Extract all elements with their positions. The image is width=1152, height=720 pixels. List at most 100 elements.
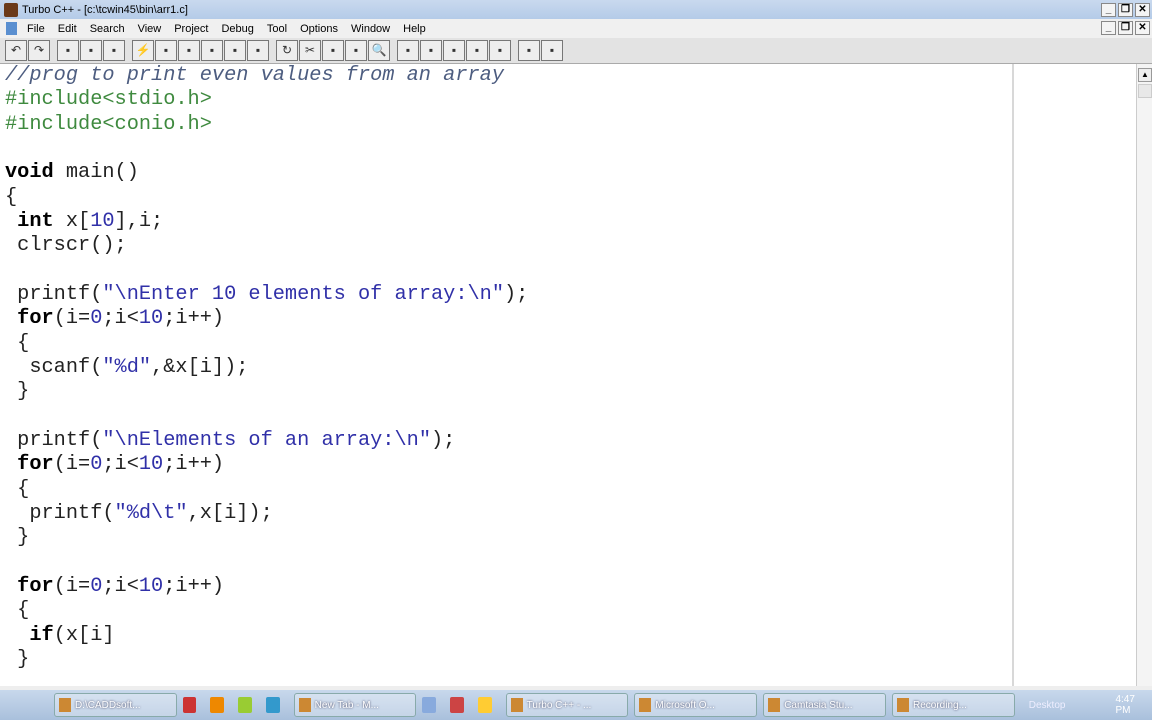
code-token: ;i< xyxy=(102,307,139,331)
copy-icon[interactable]: ▪ xyxy=(322,40,344,61)
scroll-up-icon[interactable]: ▲ xyxy=(1138,68,1152,82)
code-line[interactable]: //prog to print even values from an arra… xyxy=(5,64,504,88)
taskbar-button[interactable]: Camtasia Stu... xyxy=(763,693,886,717)
menu-search[interactable]: Search xyxy=(90,23,125,35)
code-line[interactable]: for(i=0;i<10;i++) xyxy=(5,453,224,477)
code-line[interactable]: } xyxy=(5,526,29,550)
search-icon[interactable]: 🔍 xyxy=(368,40,390,61)
replace-icon[interactable]: ▪ xyxy=(420,40,442,61)
step-over-icon[interactable]: ▪ xyxy=(178,40,200,61)
search-next-icon[interactable]: ▪ xyxy=(397,40,419,61)
code-token: ;i< xyxy=(102,453,139,477)
breakpoint-icon[interactable]: ▪ xyxy=(224,40,246,61)
code-token: } xyxy=(5,526,30,550)
taskbar-button[interactable]: D:\CADDsoft... xyxy=(53,693,177,717)
code-line[interactable]: if(x[i] xyxy=(5,623,115,648)
scroll-thumb[interactable] xyxy=(1138,84,1152,98)
code-editor[interactable]: //prog to print even values from an arra… xyxy=(0,64,1136,686)
minimize-button[interactable]: _ xyxy=(1101,2,1116,17)
close-button[interactable]: ✕ xyxy=(1135,2,1150,17)
desktop-toolbar[interactable]: Desktop xyxy=(1029,700,1066,711)
code-token: //prog to print even values from an arra… xyxy=(5,64,504,87)
menu-view[interactable]: View xyxy=(138,23,162,35)
inspect-icon[interactable]: ▪ xyxy=(247,40,269,61)
code-token: #include<conio.h> xyxy=(5,112,212,136)
find-icon[interactable]: ▪ xyxy=(443,40,465,61)
menu-tool[interactable]: Tool xyxy=(267,23,287,35)
code-line[interactable]: } xyxy=(5,380,29,404)
code-line[interactable]: for(i=0;i<10;i++) xyxy=(5,575,224,599)
quick-launch-icon[interactable] xyxy=(450,697,464,713)
quick-launch-icon[interactable] xyxy=(422,697,437,713)
code-line[interactable]: } xyxy=(5,648,29,672)
code-line[interactable]: { xyxy=(5,599,29,623)
doc-restore-button[interactable]: ❐ xyxy=(1118,21,1133,35)
code-line[interactable]: scanf("%d",&x[i]); xyxy=(5,356,248,380)
document-icon[interactable] xyxy=(6,22,17,35)
trace-into-icon[interactable]: ▪ xyxy=(201,40,223,61)
save-file-icon[interactable]: ▪ xyxy=(103,40,125,61)
run-icon[interactable]: ↻ xyxy=(276,40,298,61)
menu-project[interactable]: Project xyxy=(174,23,208,35)
code-line[interactable]: printf("\nEnter 10 elements of array:\n"… xyxy=(5,283,528,307)
tile-icon[interactable]: ▪ xyxy=(518,40,540,61)
code-line[interactable]: #include<stdio.h> xyxy=(5,88,212,112)
code-line[interactable]: int x[10],i; xyxy=(5,210,163,234)
menu-help[interactable]: Help xyxy=(403,23,426,35)
right-margin-line xyxy=(1012,64,1014,686)
code-token: "%d" xyxy=(102,355,152,379)
undo-icon[interactable]: ↶ xyxy=(5,40,27,61)
vertical-scrollbar[interactable]: ▲ xyxy=(1136,64,1152,686)
taskbar-button[interactable]: Turbo C++ - ... xyxy=(505,693,629,717)
code-token: ;i++) xyxy=(163,453,225,477)
code-line[interactable]: printf("%d\t",x[i]); xyxy=(5,501,273,526)
menu-edit[interactable]: Edit xyxy=(58,23,77,35)
clock[interactable]: 4:47 PM xyxy=(1115,694,1152,716)
code-token: (x[i] xyxy=(53,623,115,647)
restore-button[interactable]: ❐ xyxy=(1118,2,1133,17)
code-line[interactable]: #include<conio.h> xyxy=(5,113,212,137)
add-item-icon[interactable]: ▪ xyxy=(489,40,511,61)
doc-close-button[interactable]: ✕ xyxy=(1135,21,1150,35)
task-label: New Tab - M... xyxy=(314,699,379,711)
code-line[interactable]: { xyxy=(5,186,17,210)
code-token: ],i; xyxy=(114,209,164,233)
code-token: printf( xyxy=(5,501,115,525)
quick-launch-icon[interactable] xyxy=(477,697,492,713)
taskbar-button[interactable]: Microsoft O... xyxy=(634,693,758,717)
code-line[interactable]: void main() xyxy=(5,161,139,185)
make-icon[interactable]: ▪ xyxy=(155,40,177,61)
taskbar-button[interactable]: Recording... xyxy=(891,693,1015,717)
code-line[interactable]: printf("\nElements of an array:\n"); xyxy=(5,429,455,453)
menu-file[interactable]: File xyxy=(27,23,45,35)
code-line[interactable]: { xyxy=(5,478,29,502)
quick-launch-icon[interactable] xyxy=(210,697,225,713)
redo-icon[interactable]: ↷ xyxy=(28,40,50,61)
menu-options[interactable]: Options xyxy=(300,23,338,35)
quick-launch-icon[interactable] xyxy=(265,697,280,713)
code-line[interactable]: for(i=0;i<10;i++) xyxy=(5,307,224,331)
cascade-icon[interactable]: ▪ xyxy=(541,40,563,61)
menu-window[interactable]: Window xyxy=(351,23,390,35)
code-token: ;i< xyxy=(102,574,139,598)
code-token: 10 xyxy=(138,453,164,477)
open-project-icon[interactable]: ▪ xyxy=(57,40,79,61)
quick-launch-icon[interactable] xyxy=(182,697,197,713)
code-line[interactable]: clrscr(); xyxy=(5,234,127,258)
taskbar-button[interactable]: New Tab - M... xyxy=(293,693,417,717)
quick-launch-icon[interactable] xyxy=(238,697,252,713)
add-watch-icon[interactable]: ▪ xyxy=(466,40,488,61)
compile-icon[interactable]: ⚡ xyxy=(132,40,154,61)
cut-icon[interactable]: ✂ xyxy=(299,40,321,61)
open-file-icon[interactable]: ▪ xyxy=(80,40,102,61)
paste-icon[interactable]: ▪ xyxy=(345,40,367,61)
menu-debug[interactable]: Debug xyxy=(221,23,253,35)
doc-minimize-button[interactable]: _ xyxy=(1101,21,1116,35)
code-token: ;i++) xyxy=(163,574,225,598)
code-line[interactable]: { xyxy=(5,332,29,356)
code-token: ,x[i]); xyxy=(187,501,273,525)
code-token: 0 xyxy=(90,453,103,477)
code-token: for xyxy=(17,453,54,477)
